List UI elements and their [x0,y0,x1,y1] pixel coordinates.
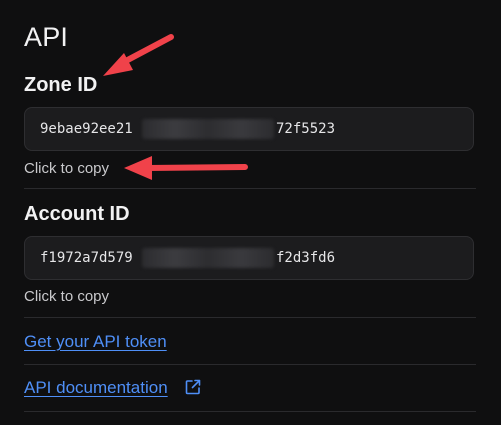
zone-id-redacted [142,119,274,139]
zone-id-suffix: 72f5523 [276,121,336,137]
arrow-annotation-icon [124,156,248,180]
zone-id-label: Zone ID [24,74,98,96]
external-link-icon[interactable] [184,378,202,396]
divider [24,317,476,318]
divider [24,188,476,189]
zone-id-prefix: 9ebae92ee21 [40,121,133,137]
account-id-field[interactable]: f1972a7d579 f2d3fd6 [24,236,474,280]
account-id-copy-hint[interactable]: Click to copy [24,288,109,305]
account-id-prefix: f1972a7d579 [40,250,133,266]
zone-id-field[interactable]: 9ebae92ee21 72f5523 [24,107,474,151]
get-api-token-link[interactable]: Get your API token [24,332,167,352]
divider [24,364,476,365]
account-id-suffix: f2d3fd6 [276,250,336,266]
zone-id-copy-hint[interactable]: Click to copy [24,160,109,177]
divider [24,411,476,412]
api-documentation-link[interactable]: API documentation [24,378,168,398]
account-id-label: Account ID [24,203,130,225]
api-section-title: API [24,22,69,52]
account-id-redacted [142,248,274,268]
api-panel: API Zone ID 9ebae92ee21 72f5523 Click to… [0,0,501,425]
arrow-annotation-icon [103,34,174,76]
